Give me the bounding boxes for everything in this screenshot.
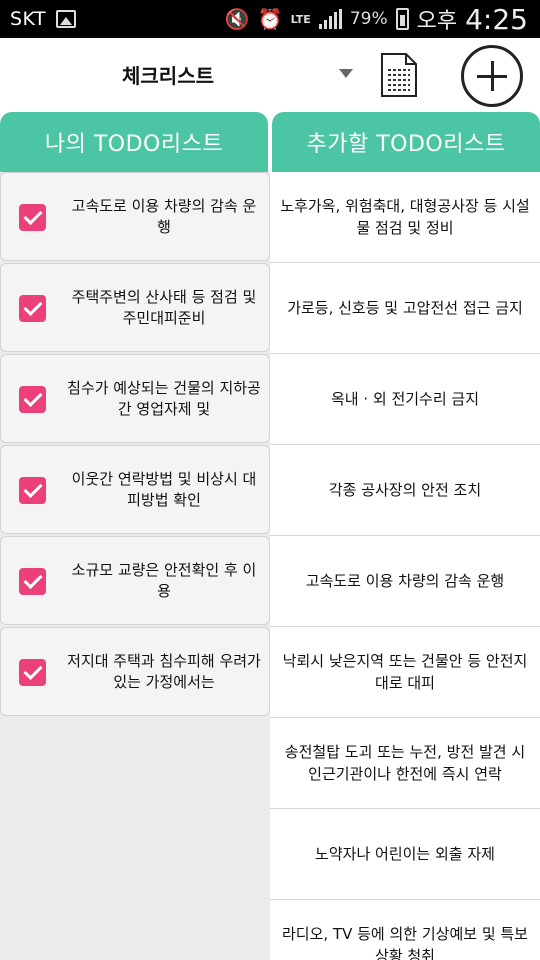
suggested-item[interactable]: 라디오, TV 등에 의한 기상예보 및 특보상황 청취: [270, 900, 540, 960]
checkbox-checked[interactable]: [19, 204, 46, 231]
suggested-item[interactable]: 낙뢰시 낮은지역 또는 건물안 등 안전지대로 대피: [270, 627, 540, 718]
checkbox-checked[interactable]: [19, 295, 46, 322]
lte-icon: LTE: [290, 12, 311, 26]
signal-icon: [318, 9, 342, 29]
suggested-item[interactable]: 가로등, 신호등 및 고압전선 접근 금지: [270, 263, 540, 354]
suggested-item[interactable]: 고속도로 이용 차량의 감속 운행: [270, 536, 540, 627]
tab-my-todo[interactable]: 나의 TODO리스트: [0, 112, 268, 172]
checkbox-checked[interactable]: [19, 477, 46, 504]
suggested-item[interactable]: 각종 공사장의 안전 조치: [270, 445, 540, 536]
status-bar: SKT 🔇 ⏰ LTE 79% 오후 4:25: [0, 0, 540, 38]
mute-icon: 🔇: [224, 7, 250, 31]
dropdown-arrow-icon[interactable]: [339, 69, 353, 78]
todo-item[interactable]: 침수가 예상되는 건물의 지하공간 영업자제 및: [0, 354, 270, 443]
todo-text: 소규모 교량은 안전확인 후 이용: [71, 560, 257, 600]
todo-item[interactable]: 소규모 교량은 안전확인 후 이용: [0, 536, 270, 625]
todo-text: 침수가 예상되는 건물의 지하공간 영업자제 및: [67, 378, 261, 418]
todo-text: 고속도로 이용 차량의 감속 운행: [71, 196, 257, 236]
battery-percent: 79%: [349, 9, 388, 29]
gallery-notification-icon: [56, 10, 77, 28]
todo-text: 이웃간 연락방법 및 비상시 대피방법 확인: [71, 469, 257, 509]
suggested-todo-list: 노후가옥, 위험축대, 대형공사장 등 시설물 점검 및 정비 가로등, 신호등…: [270, 172, 540, 960]
checkbox-checked[interactable]: [19, 659, 46, 686]
suggested-item[interactable]: 노약자나 어린이는 외출 자제: [270, 809, 540, 900]
checkbox-checked[interactable]: [19, 386, 46, 413]
tab-add-todo[interactable]: 추가할 TODO리스트: [272, 112, 540, 172]
todo-item[interactable]: 이웃간 연락방법 및 비상시 대피방법 확인: [0, 445, 270, 534]
alarm-icon: ⏰: [257, 7, 283, 31]
clock-time: 4:25: [465, 2, 528, 36]
time-ampm: 오후: [416, 9, 458, 34]
document-icon[interactable]: [380, 52, 418, 98]
todo-text: 저지대 주택과 침수피해 우려가 있는 가정에서는: [67, 651, 261, 691]
checkbox-checked[interactable]: [19, 568, 46, 595]
todo-item[interactable]: 주택주변의 산사태 등 점검 및 주민대피준비: [0, 263, 270, 352]
add-button[interactable]: [461, 45, 523, 107]
todo-item[interactable]: 고속도로 이용 차량의 감속 운행: [0, 172, 270, 261]
list-type-select[interactable]: 체크리스트: [0, 51, 336, 97]
suggested-item[interactable]: 옥내 · 외 전기수리 금지: [270, 354, 540, 445]
battery-icon: [395, 8, 409, 30]
todo-text: 주택주변의 산사태 등 점검 및 주민대피준비: [71, 287, 257, 327]
suggested-item[interactable]: 노후가옥, 위험축대, 대형공사장 등 시설물 점검 및 정비: [270, 172, 540, 263]
toolbar: 체크리스트: [0, 38, 540, 112]
my-todo-list: 고속도로 이용 차량의 감속 운행 주택주변의 산사태 등 점검 및 주민대피준…: [0, 172, 270, 960]
todo-item[interactable]: 저지대 주택과 침수피해 우려가 있는 가정에서는: [0, 627, 270, 716]
suggested-item[interactable]: 송전철탑 도괴 또는 누전, 방전 발견 시 인근기관이나 한전에 즉시 연락: [270, 718, 540, 809]
carrier-label: SKT: [10, 8, 47, 30]
